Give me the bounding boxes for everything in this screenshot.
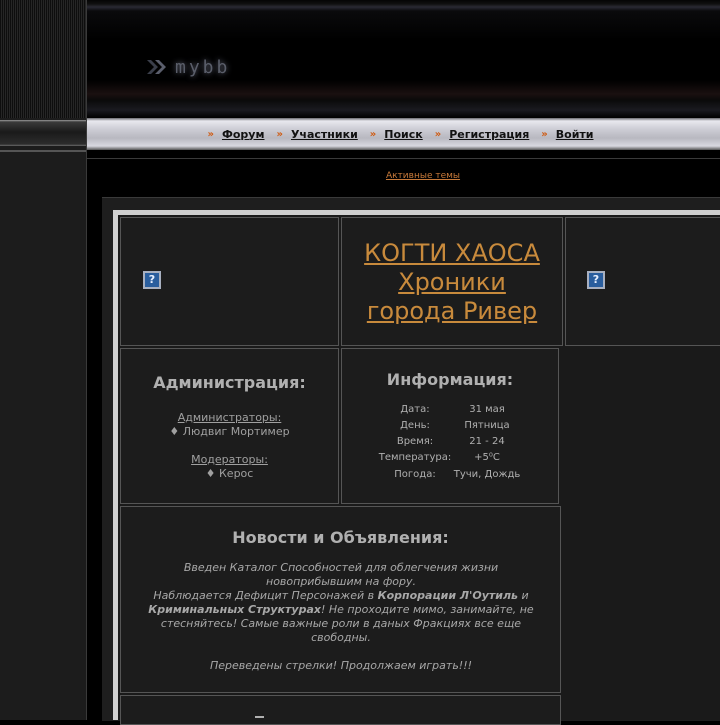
main-navigation: » Форум » Участники » Поиск » Регистраци… bbox=[87, 118, 720, 150]
news-text: Наблюдается Дефицит Персонажей в bbox=[153, 589, 378, 602]
admins-value: ♦ Людвиг Мортимер bbox=[169, 425, 290, 438]
info-value: Пятница bbox=[464, 420, 510, 431]
nav-arrow-icon: » bbox=[276, 128, 283, 140]
banner-left-cell: ? bbox=[120, 217, 339, 346]
administration-cell: Администрация: Администраторы: ♦ Людвиг … bbox=[120, 348, 339, 504]
active-topics-link[interactable]: Активные темы bbox=[87, 171, 720, 181]
news-heading: Новости и Объявления: bbox=[232, 528, 449, 547]
information-heading: Информация: bbox=[386, 370, 514, 389]
info-value: 31 мая bbox=[469, 404, 505, 415]
info-row: Погода: Тучи, Дождь bbox=[342, 469, 558, 483]
news-text: и bbox=[518, 589, 529, 602]
info-key: Погода: bbox=[394, 469, 436, 480]
info-row: Время: 21 - 24 bbox=[342, 436, 558, 450]
nav-link-register[interactable]: Регистрация bbox=[449, 128, 529, 141]
info-key: День: bbox=[400, 420, 430, 431]
moderators-label[interactable]: Модераторы: bbox=[121, 453, 338, 466]
administration-heading: Администрация: bbox=[153, 373, 306, 392]
nav-link-forum[interactable]: Форум bbox=[222, 128, 265, 141]
news-item-clocks: Переведены стрелки! Продолжаем играть!!! bbox=[209, 659, 473, 672]
info-key: Температура: bbox=[378, 452, 452, 463]
missing-image-icon: ? bbox=[143, 271, 161, 289]
left-divider bbox=[0, 150, 86, 152]
news-item-shortage: Наблюдается Дефицит Персонажей в Корпора… bbox=[141, 589, 541, 645]
info-row: Дата: 31 мая bbox=[342, 404, 558, 418]
nav-arrow-icon: » bbox=[207, 128, 215, 140]
news-spacer bbox=[141, 645, 541, 659]
next-section-cell bbox=[120, 695, 561, 725]
missing-image-icon: ? bbox=[587, 271, 605, 289]
logo-chevron-icon bbox=[147, 60, 166, 74]
info-key: Дата: bbox=[400, 404, 430, 415]
admins-label[interactable]: Администраторы: bbox=[121, 411, 338, 424]
nav-link-search[interactable]: Поиск bbox=[384, 128, 422, 141]
banner-right-cell: ? bbox=[565, 217, 720, 346]
next-section-heading-fragment bbox=[255, 716, 264, 718]
left-stripes bbox=[0, 0, 86, 118]
info-key: Время: bbox=[396, 436, 434, 447]
forum-title-line1[interactable]: КОГТИ ХАОСА bbox=[342, 239, 562, 268]
nav-link-members[interactable]: Участники bbox=[291, 128, 358, 141]
news-cell: Новости и Объявления: Введен Каталог Спо… bbox=[120, 506, 561, 693]
nav-arrow-icon: » bbox=[369, 128, 377, 140]
moderators-value: ♦ Керос bbox=[205, 467, 254, 480]
mybb-logo[interactable]: mybb bbox=[145, 54, 230, 80]
forum-title-line2[interactable]: Хроники bbox=[342, 268, 562, 297]
banner-title-cell: КОГТИ ХАОСА Хроники города Ривер bbox=[341, 217, 563, 346]
forum-title-line3[interactable]: города Ривер bbox=[342, 297, 562, 326]
news-item-catalog: Введен Каталог Способностей для облегчен… bbox=[183, 561, 499, 588]
info-row: Температура: +5⁰C bbox=[342, 452, 558, 466]
nav-arrow-icon: » bbox=[434, 128, 442, 140]
left-band bbox=[0, 120, 86, 146]
nav-link-login[interactable]: Войти bbox=[556, 128, 594, 141]
news-faction-corporation: Корпорации Л'Оутиль bbox=[377, 589, 518, 602]
left-sidebar-decoration bbox=[0, 0, 87, 720]
news-body: Введен Каталог Способностей для облегчен… bbox=[141, 561, 541, 673]
nav-arrow-icon: » bbox=[541, 128, 548, 140]
info-value: +5⁰C bbox=[474, 452, 500, 463]
news-faction-criminal: Криминальных Структурах bbox=[148, 603, 321, 616]
logo-text: mybb bbox=[175, 56, 231, 78]
information-cell: Информация: Дата: 31 мая День: Пятница В… bbox=[341, 348, 559, 504]
info-value: Тучи, Дождь bbox=[453, 469, 521, 480]
header-divider bbox=[87, 158, 720, 159]
info-value: 21 - 24 bbox=[469, 436, 505, 447]
info-row: День: Пятница bbox=[342, 420, 558, 434]
